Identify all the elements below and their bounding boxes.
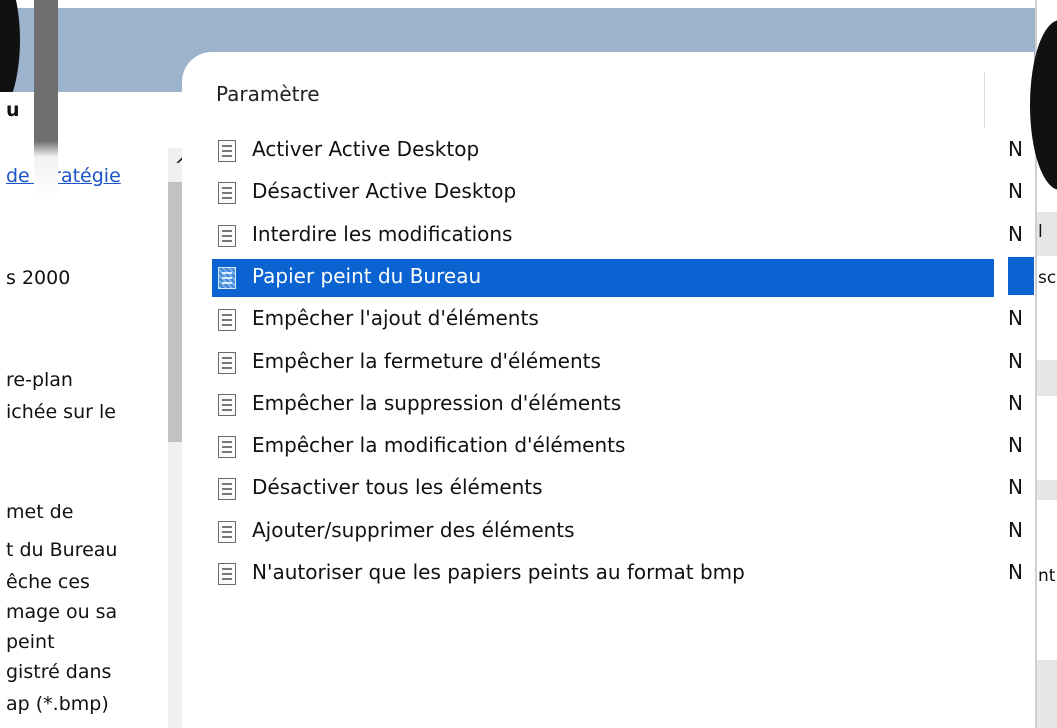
policy-row-state: N: [1008, 560, 1023, 584]
description-line: ap (*.bmp): [6, 693, 109, 715]
description-line: t du Bureau: [6, 539, 118, 561]
policy-row[interactable]: Empêcher l'ajout d'éléments N: [212, 301, 1023, 339]
policy-setting-icon: [218, 224, 236, 247]
foreground-slider: [34, 0, 58, 196]
policy-row-label: N'autoriser que les papiers peints au fo…: [252, 560, 745, 584]
setting-title: u: [6, 99, 20, 121]
policy-row[interactable]: Désactiver Active Desktop N: [212, 174, 1023, 212]
policy-setting-icon: [218, 563, 236, 585]
policy-setting-icon: [218, 436, 236, 459]
policy-row[interactable]: N'autoriser que les papiers peints au fo…: [212, 555, 1023, 593]
policy-row-state: N: [1008, 475, 1023, 500]
policy-row[interactable]: Papier peint du BureauN: [212, 258, 1023, 297]
bg-window-text: l: [1038, 222, 1043, 242]
bg-window-block: [1037, 480, 1057, 500]
description-line: peint: [6, 631, 55, 653]
policy-row-state: N: [1008, 221, 1023, 246]
policy-row-state: N: [1008, 517, 1023, 542]
description-line: êche ces: [6, 571, 90, 593]
policy-row-state: N: [1008, 348, 1023, 373]
policy-row-label: Empêcher la fermeture d'éléments: [252, 348, 601, 373]
policy-setting-icon: [218, 520, 236, 543]
description-line: ichée sur le: [6, 401, 116, 423]
top-edge: [0, 0, 1035, 8]
bg-window-text: nt: [1038, 566, 1056, 586]
policy-row-label: Interdire les modifications: [252, 221, 513, 246]
bg-window-text: sc: [1038, 268, 1057, 288]
column-header-parametre[interactable]: Paramètre: [216, 82, 320, 106]
policy-row-label: Empêcher l'ajout d'éléments: [252, 306, 539, 331]
settings-list-panel: Paramètre Activer Active Desktop N Désacti…: [182, 52, 1034, 728]
selected-state-cell: [1008, 257, 1034, 295]
policy-row[interactable]: Empêcher la fermeture d'éléments N: [212, 344, 1023, 382]
description-line: gistré dans: [6, 661, 112, 683]
description-line: mage ou sa: [6, 601, 118, 623]
description-pane: u de stratégie s 2000 re-plan ichée sur …: [0, 92, 168, 728]
policy-row-state: N: [1008, 306, 1023, 331]
policy-row-state: N: [1008, 137, 1023, 161]
policy-row[interactable]: Interdire les modifications N: [212, 217, 1023, 255]
policy-row-label: Empêcher la modification d'éléments: [252, 433, 626, 458]
policy-row-state: N: [1008, 433, 1023, 458]
policy-row[interactable]: Ajouter/supprimer des éléments N: [212, 513, 1023, 551]
bg-window-block: [1037, 360, 1057, 396]
policy-row-label: Activer Active Desktop: [252, 137, 480, 161]
bg-window-block: [1037, 660, 1057, 728]
policy-row-label: Empêcher la suppression d'éléments: [252, 390, 622, 415]
requirement-text: s 2000: [6, 267, 71, 289]
policy-setting-icon: [218, 182, 236, 205]
description-line: re-plan: [6, 369, 73, 391]
policy-setting-icon: [218, 309, 236, 332]
policy-row[interactable]: Activer Active Desktop N: [212, 132, 1023, 170]
policy-row-label: Désactiver tous les éléments: [252, 475, 543, 500]
policy-row-label: Désactiver Active Desktop: [252, 179, 517, 204]
policy-setting-icon: [218, 351, 236, 374]
policy-setting-icon: [218, 478, 236, 501]
policy-row[interactable]: Empêcher la modification d'éléments N: [212, 428, 1023, 466]
policy-row-state: N: [1008, 390, 1023, 415]
policy-link[interactable]: de stratégie: [6, 164, 121, 188]
policy-row-label: Ajouter/supprimer des éléments: [252, 517, 575, 542]
policy-setting-icon: [218, 393, 236, 416]
description-line: met de: [6, 501, 74, 523]
policy-setting-icon: [218, 266, 236, 289]
policy-row[interactable]: Désactiver tous les éléments N: [212, 470, 1023, 508]
policy-setting-icon: [218, 140, 236, 162]
policy-row-label: Papier peint du Bureau: [252, 263, 482, 288]
column-separator[interactable]: [984, 72, 985, 128]
policy-row-state: N: [1008, 179, 1023, 204]
policy-row[interactable]: Empêcher la suppression d'éléments N: [212, 386, 1023, 424]
